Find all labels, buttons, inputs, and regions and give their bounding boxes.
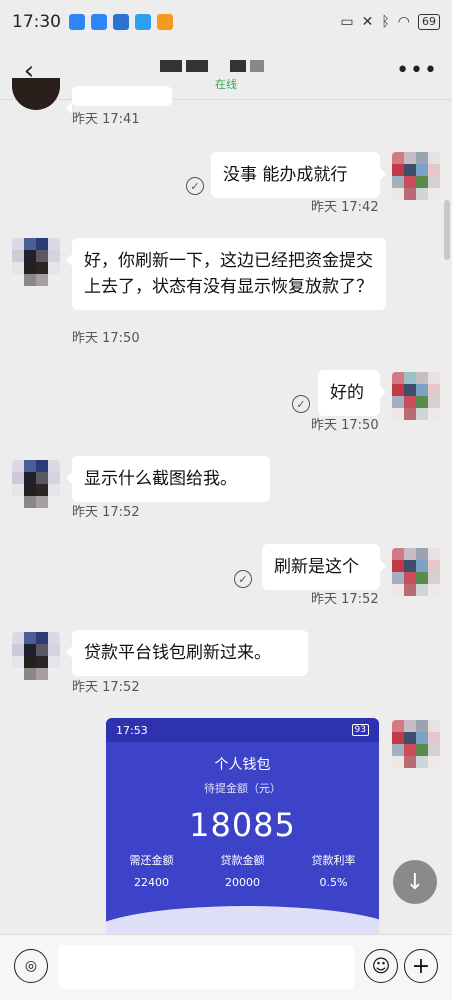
emoji-icon[interactable]: ☺ [364, 949, 398, 983]
message-bubble[interactable] [66, 86, 172, 114]
decorative-wave [106, 906, 379, 936]
chat-header: ‹ 在线 ••• [0, 44, 452, 100]
message-bubble[interactable]: 贷款平台钱包刷新过来。 [66, 630, 308, 676]
avatar[interactable] [392, 372, 440, 420]
read-check-icon: ✓ [234, 570, 252, 588]
contact-name-redacted [160, 60, 264, 72]
app-notification-icon [69, 14, 85, 30]
message-input[interactable] [58, 945, 354, 989]
wallet-amount: 18085 [189, 806, 296, 844]
wallet-values: 22400 20000 0.5% [106, 876, 379, 889]
message-bubble[interactable]: 刷新是这个 [262, 544, 386, 590]
message-time: 昨天 17:52 [72, 680, 140, 695]
app-notification-icon [157, 14, 173, 30]
avatar[interactable] [392, 720, 440, 768]
plus-icon[interactable]: + [404, 949, 438, 983]
read-check-icon: ✓ [186, 177, 204, 195]
message-time: 昨天 17:52 [72, 505, 140, 520]
voice-icon[interactable]: ◎ [14, 949, 48, 983]
wallet-title: 个人钱包 [214, 757, 271, 773]
wallet-value: 0.5% [319, 876, 348, 889]
avatar[interactable] [392, 548, 440, 596]
message-bubble[interactable]: 好，你刷新一下，这边已经把资金提交上去了，状态有没有显示恢复放款了？ [66, 238, 386, 310]
status-bar: 17:30 ▭ ✕ ᛒ ◠ 69 [0, 0, 452, 44]
message-time: 昨天 17:42 [311, 200, 379, 215]
message-bubble[interactable]: 显示什么截图给我。 [66, 456, 270, 502]
wallet-label: 贷款金额 [220, 854, 265, 867]
mute-icon: ✕ [361, 14, 374, 30]
message-time: 昨天 17:50 [311, 418, 379, 433]
read-check-icon: ✓ [292, 395, 310, 413]
message-time: 昨天 17:41 [72, 112, 140, 127]
wallet-labels: 需还金额 贷款金额 贷款利率 [106, 852, 379, 868]
notification-icons [69, 14, 173, 30]
image-message[interactable]: 17:53 93 个人钱包 待提金额（元） 18085 需还金额 贷款金额 贷款… [106, 718, 379, 936]
message-bubble[interactable]: 没事 能办成就行 [211, 152, 386, 198]
avatar[interactable] [12, 78, 60, 110]
message-time: 昨天 17:50 [72, 331, 140, 346]
bluetooth-icon: ᛒ [381, 14, 390, 30]
app-notification-icon [91, 14, 107, 30]
image-status-time: 17:53 [116, 723, 148, 737]
more-icon[interactable]: ••• [396, 58, 438, 83]
image-battery-icon: 93 [351, 724, 369, 736]
avatar[interactable] [392, 152, 440, 200]
avatar[interactable] [12, 632, 60, 680]
message-time: 昨天 17:52 [311, 592, 379, 607]
app-notification-icon [135, 14, 151, 30]
arrow-down-icon[interactable]: ↓ [393, 860, 437, 904]
cast-icon: ▭ [340, 14, 354, 30]
wallet-value: 20000 [224, 876, 260, 889]
image-status-bar: 17:53 93 [106, 718, 379, 742]
edge-handle[interactable] [444, 200, 450, 260]
avatar[interactable] [12, 238, 60, 286]
online-status: 在线 [215, 78, 237, 91]
wallet-label: 需还金额 [129, 854, 174, 867]
input-bar: ◎ ☺ + [0, 934, 452, 1000]
wallet-label: 贷款利率 [311, 854, 356, 867]
wallet-value: 22400 [133, 876, 169, 889]
message-bubble[interactable]: 好的 [318, 370, 386, 416]
status-time: 17:30 [12, 12, 61, 32]
system-indicators: ▭ ✕ ᛒ ◠ 69 [340, 14, 440, 30]
wallet-subtitle: 待提金额（元） [204, 782, 281, 795]
battery-icon: 69 [418, 14, 440, 30]
avatar[interactable] [12, 460, 60, 508]
wifi-icon: ◠ [397, 14, 410, 30]
app-notification-icon [113, 14, 129, 30]
